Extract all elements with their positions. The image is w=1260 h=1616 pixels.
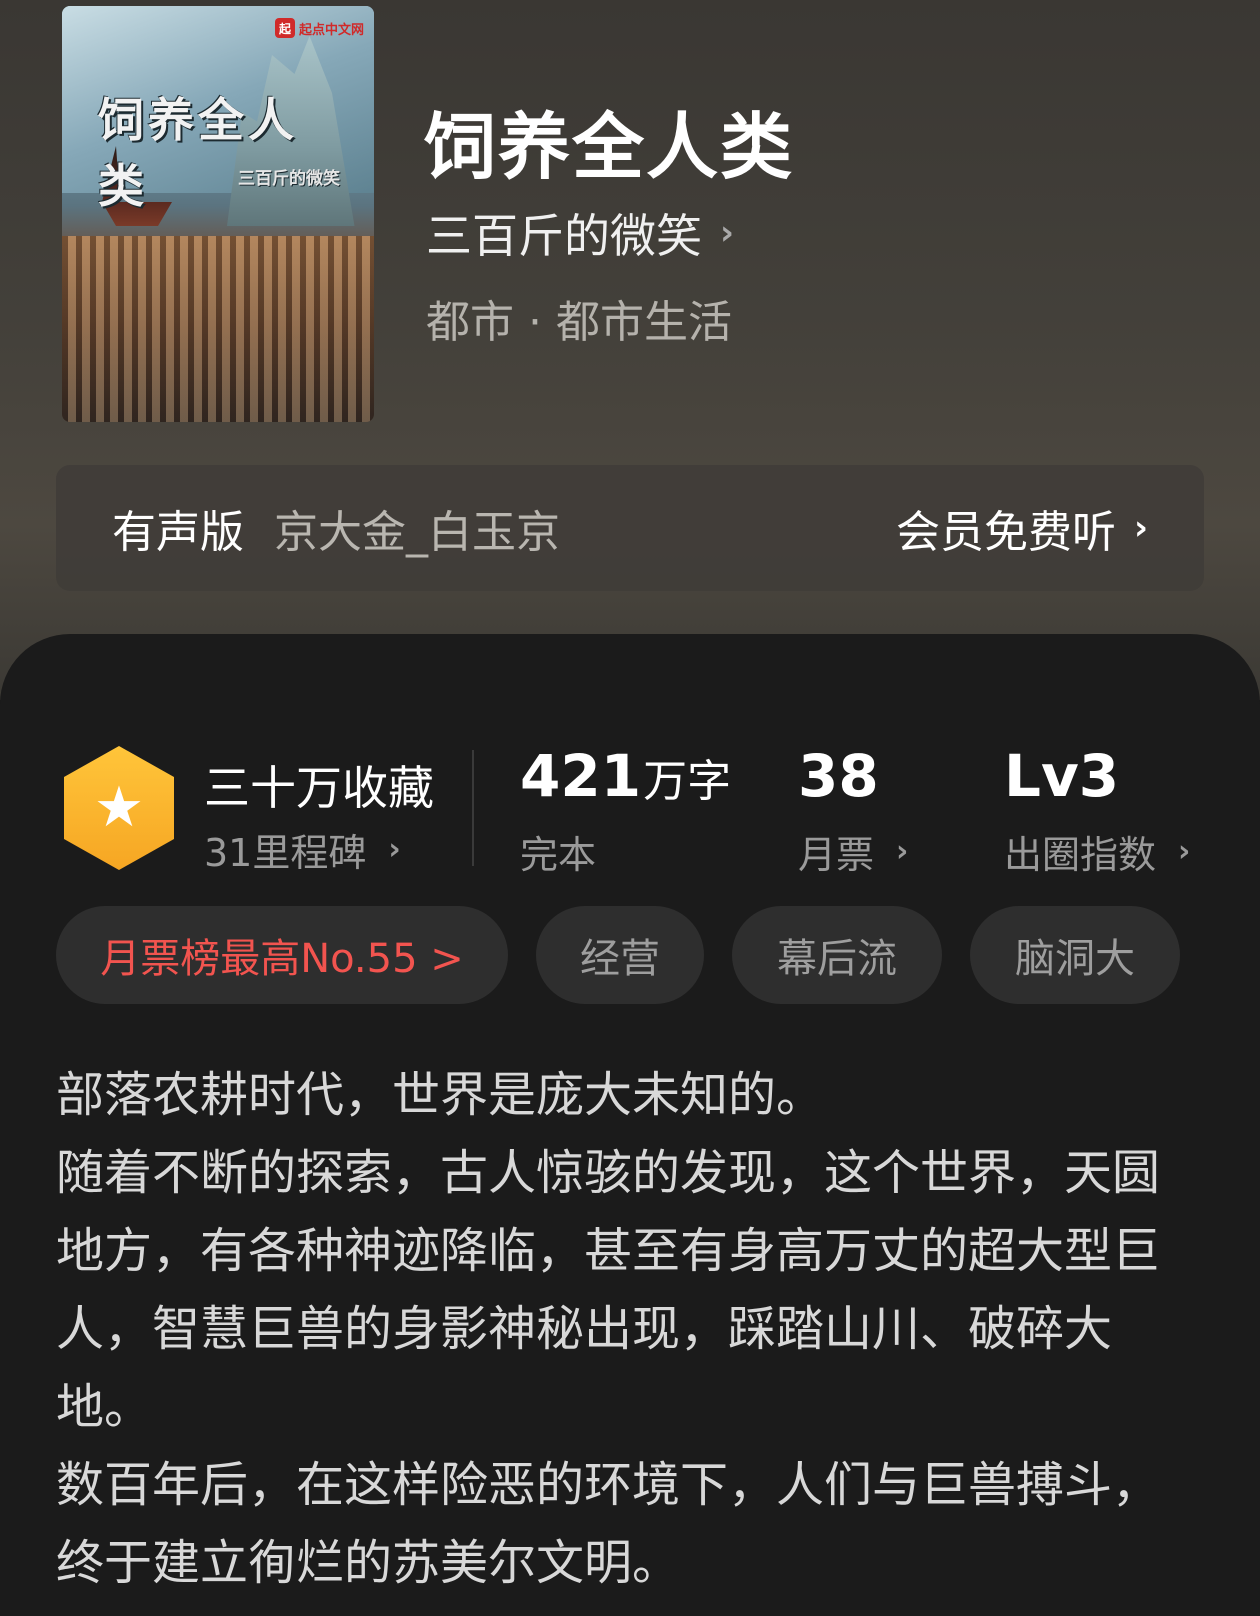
stats-row: ★ 三十万收藏 31里程碑 › 421万字 完本 38 月票 › Lv3 出圈指…: [0, 700, 1260, 877]
chevron-right-icon: ›: [1178, 834, 1191, 869]
publisher-mark-icon: 起: [274, 18, 295, 38]
stats-divider: [472, 750, 474, 866]
book-description[interactable]: 部落农耕时代，世界是庞大未知的。 随着不断的探索，古人惊骇的发现，这个世界，天圆…: [56, 1056, 1206, 1602]
author-name: 三百斤的微笑: [426, 209, 702, 263]
audio-edition-bar[interactable]: 有声版 京大金_白玉京 会员免费听 ›: [56, 465, 1204, 591]
listen-free-button[interactable]: 会员免费听 ›: [896, 496, 1148, 560]
popularity-index-label: 出圈指数: [1004, 833, 1157, 877]
description-paragraph: 部落农耕时代，世界是庞大未知的。: [56, 1067, 825, 1123]
tag-item[interactable]: 幕后流: [732, 906, 942, 1004]
popularity-level: Lv3: [1004, 742, 1119, 810]
monthly-votes-label: 月票: [798, 833, 875, 877]
book-title: 饲养全人类: [424, 104, 795, 189]
book-genre: 都市 · 都市生活: [426, 297, 732, 348]
word-count: 421万字: [520, 742, 731, 810]
book-cover[interactable]: 起 起点中文网 饲养全人类 三百斤的微笑: [62, 6, 374, 422]
book-header: 起 起点中文网 饲养全人类 三百斤的微笑 饲养全人类 三百斤的微笑 › 都市 ·…: [0, 0, 1260, 700]
tag-item[interactable]: 经营: [536, 906, 704, 1004]
monthly-votes-link[interactable]: 月票 ›: [798, 824, 908, 879]
book-status: 完本: [520, 833, 597, 877]
chevron-right-icon: ›: [896, 834, 909, 869]
cover-title-art: 饲养全人类: [98, 93, 298, 213]
chevron-right-icon: ›: [720, 213, 735, 253]
listen-free-label: 会员免费听: [895, 507, 1116, 558]
popularity-level-value: Lv3: [1004, 742, 1120, 810]
milestone-label: 31里程碑: [204, 831, 367, 875]
audio-label: 有声版: [112, 507, 244, 558]
star-icon: ★: [93, 775, 145, 840]
description-paragraph: 数百年后，在这样险恶的环境下，人们与巨兽搏斗，终于建立徇烂的苏美尔文明。: [56, 1457, 1161, 1591]
description-paragraph: 随着不断的探索，古人惊骇的发现，这个世界，天圆地方，有各种神迹降临，甚至有身高万…: [56, 1145, 1161, 1435]
word-count-number: 421: [520, 742, 642, 810]
cover-author-art: 三百斤的微笑: [238, 169, 340, 189]
milestone-link[interactable]: 31里程碑 ›: [204, 822, 401, 877]
tag-rank[interactable]: 月票榜最高No.55 >: [56, 906, 508, 1004]
collection-badge-icon: ★: [64, 746, 174, 870]
publisher-logo: 起 起点中文网: [274, 18, 364, 38]
word-count-unit: 万字: [643, 756, 732, 807]
monthly-votes: 38: [798, 742, 879, 810]
tag-list: 月票榜最高No.55 > 经营 幕后流 脑洞大: [56, 906, 1180, 1004]
publisher-name: 起点中文网: [298, 22, 364, 38]
monthly-votes-number: 38: [798, 742, 879, 810]
audio-narrator: 京大金_白玉京: [274, 507, 560, 558]
collection-count: 三十万收藏: [204, 761, 434, 815]
chevron-right-icon: ›: [1133, 508, 1148, 548]
chevron-right-icon: ›: [388, 832, 401, 867]
cover-city: [62, 236, 374, 422]
tag-item[interactable]: 脑洞大: [970, 906, 1180, 1004]
author-link[interactable]: 三百斤的微笑 ›: [426, 200, 734, 266]
popularity-index-link[interactable]: 出圈指数 ›: [1004, 824, 1190, 879]
